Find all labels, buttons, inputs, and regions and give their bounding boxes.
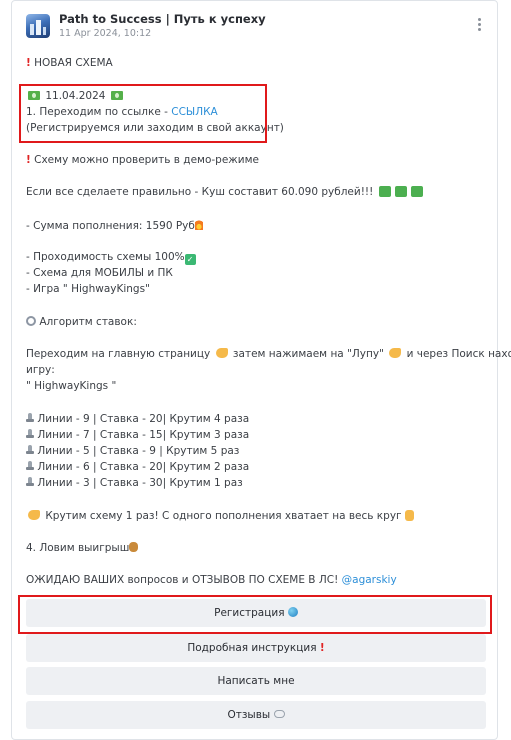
globe-icon — [287, 607, 298, 617]
text-line: Линии - 6 | Ставка - 20| Крутим 2 раза — [26, 461, 249, 473]
text-line: 1. Переходим по ссылке - ССЫЛКА — [26, 106, 218, 118]
joystick-icon — [26, 413, 34, 423]
channel-avatar[interactable] — [26, 14, 50, 38]
text-line: - Схема для МОБИЛЫ и ПК — [26, 267, 173, 279]
joystick-icon — [26, 461, 34, 471]
pointing-hand-icon — [215, 348, 228, 358]
text-line: Линии - 3 | Ставка - 30| Крутим 1 раз — [26, 477, 243, 489]
text-line: ! Схему можно проверить в демо-режиме — [26, 154, 259, 166]
cash-icon — [410, 186, 423, 197]
channel-title[interactable]: Path to Success | Путь к успеху — [59, 12, 266, 26]
text-line: 4. Ловим выигрыш — [26, 542, 139, 554]
exclamation-icon: ! — [26, 154, 31, 166]
exclamation-icon: ! — [26, 57, 31, 69]
text-line: Если все сделаете правильно - Куш состав… — [26, 186, 425, 198]
register-link[interactable]: ССЫЛКА — [171, 106, 217, 118]
instructions-button[interactable]: Подробная инструкция ! — [26, 634, 486, 662]
text-line: 11.04.2024 — [26, 90, 125, 102]
write-me-button[interactable]: Написать мне — [26, 667, 486, 695]
register-button[interactable]: Регистрация — [26, 599, 486, 627]
text-line: (Регистрируемся или заходим в свой аккау… — [26, 122, 284, 134]
gear-icon — [26, 316, 36, 326]
joystick-icon — [26, 429, 34, 439]
speech-bubble-icon — [273, 710, 285, 718]
pointing-hand-icon — [389, 348, 402, 358]
reviews-button[interactable]: Отзывы — [26, 701, 486, 729]
author-link[interactable]: @agarskiy — [342, 574, 397, 586]
sign-hand-icon — [404, 510, 414, 521]
more-options-icon[interactable] — [473, 18, 485, 34]
text-line: Крутим схему 1 раз! С одного пополнения … — [26, 510, 414, 522]
joystick-icon — [26, 477, 34, 487]
text-line: Алгоритм ставок: — [26, 316, 137, 328]
text-line: " HighwayKings " — [26, 380, 117, 392]
check-icon: ✓ — [184, 254, 196, 265]
text-line: ! НОВАЯ СХЕМА — [26, 57, 113, 69]
cash-icon — [394, 186, 407, 197]
text-line: Линии - 5 | Ставка - 9 | Крутим 5 раз — [26, 445, 239, 457]
money-wings-icon — [110, 91, 123, 100]
text-line: Переходим на главную страницу затем нажи… — [26, 348, 511, 360]
text-line: игру: — [26, 364, 55, 376]
post-header: Path to Success | Путь к успеху 11 Apr 2… — [26, 12, 487, 42]
text-line: - Проходимость схемы 100% ✓ — [26, 251, 196, 265]
text-line: Линии - 7 | Ставка - 15| Крутим 3 раза — [26, 429, 249, 441]
text-line: ОЖИДАЮ ВАШИХ вопросов и ОТЗЫВОВ ПО СХЕМЕ… — [26, 574, 397, 586]
money-bag-icon — [129, 542, 139, 552]
post-date: 11 Apr 2024, 10:12 — [59, 28, 152, 39]
pointing-hand-icon — [28, 510, 40, 520]
fire-icon — [194, 219, 203, 230]
text-line: - Сумма пополнения: 1590 Руб — [26, 219, 203, 232]
cash-icon — [378, 186, 391, 197]
joystick-icon — [26, 445, 34, 455]
money-wings-icon — [28, 91, 40, 100]
exclamation-icon: ! — [319, 642, 325, 654]
text-line: - Игра " HighwayKings" — [26, 283, 150, 295]
text-line: Линии - 9 | Ставка - 20| Крутим 4 раза — [26, 413, 249, 425]
